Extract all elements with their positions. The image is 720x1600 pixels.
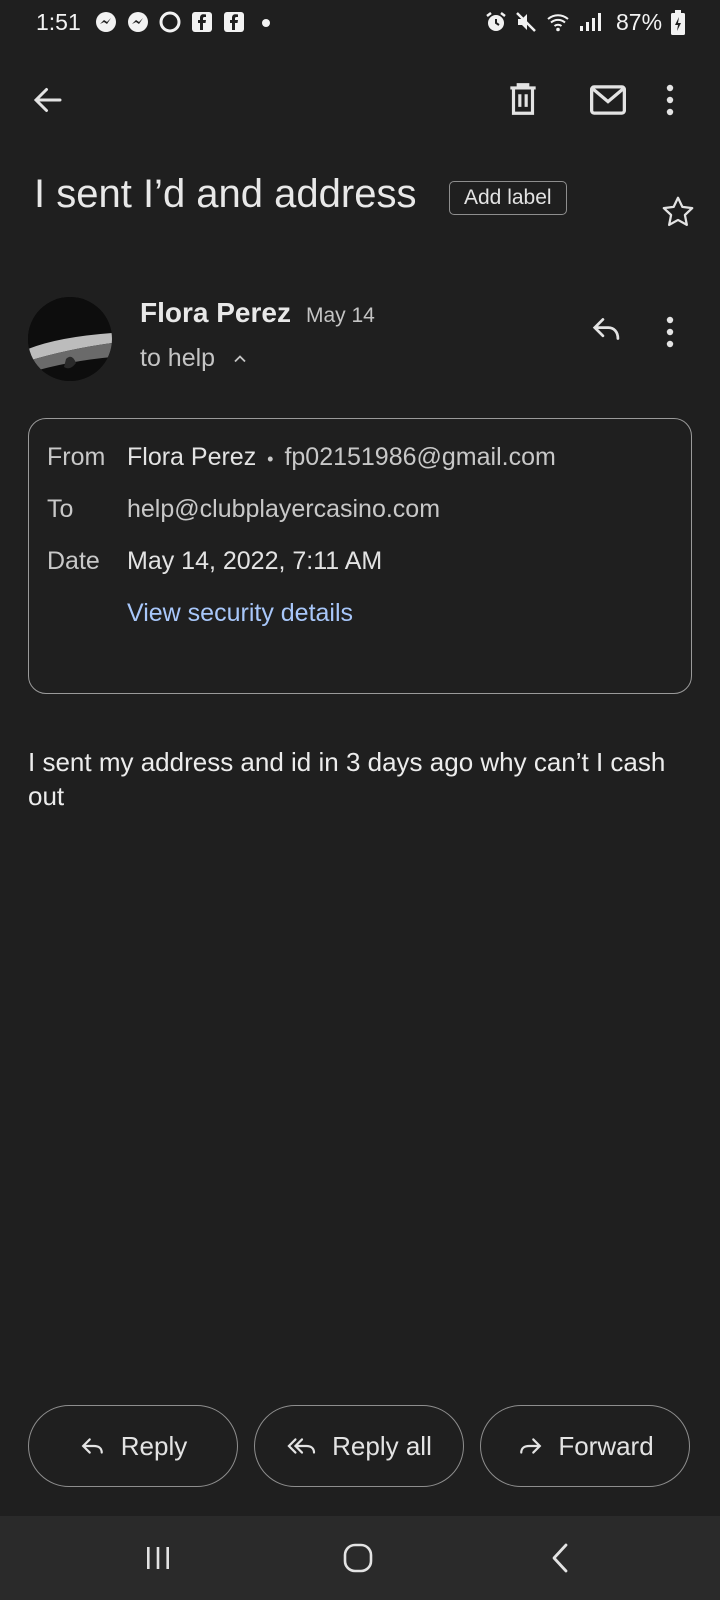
mark-unread-icon[interactable] — [588, 82, 628, 118]
status-time: 1:51 — [36, 9, 81, 35]
recipient-summary[interactable]: to help — [140, 344, 250, 373]
reply-button-label: Reply — [120, 1430, 188, 1461]
signal-icon — [576, 10, 606, 34]
battery-charging-icon — [670, 10, 686, 35]
alarm-icon — [484, 10, 508, 34]
facebook-icon — [190, 10, 214, 34]
reply-all-icon — [286, 1434, 318, 1458]
more-vert-icon[interactable] — [664, 314, 676, 350]
to-label: To — [47, 495, 74, 523]
recipient-summary-text: to help — [140, 344, 216, 372]
reply-icon[interactable] — [590, 314, 624, 344]
from-email: fp02151986@gmail.com — [284, 443, 556, 471]
reply-all-button-label: Reply all — [332, 1430, 432, 1461]
reply-button[interactable]: Reply — [28, 1405, 238, 1487]
sender-name: Flora Perez — [140, 297, 291, 328]
forward-icon — [516, 1434, 544, 1458]
date-value: May 14, 2022, 7:11 AM — [127, 547, 383, 575]
reply-all-button[interactable]: Reply all — [254, 1405, 464, 1487]
avatar[interactable] — [28, 297, 112, 381]
add-label-button[interactable]: Add label — [449, 181, 567, 215]
from-label: From — [47, 443, 106, 471]
threads-icon — [158, 10, 182, 34]
chevron-up-icon — [230, 349, 250, 369]
star-icon[interactable] — [660, 194, 696, 230]
status-bar: 1:51 87% — [0, 0, 720, 48]
messenger-icon — [94, 10, 118, 34]
more-vert-icon[interactable] — [664, 82, 676, 118]
home-icon[interactable] — [342, 1542, 374, 1574]
to-value: help@clubplayercasino.com — [127, 495, 441, 523]
from-name: Flora Perez — [127, 443, 257, 471]
reply-icon — [79, 1434, 107, 1458]
notification-dot-icon — [254, 10, 278, 34]
wifi-icon — [546, 10, 570, 34]
email-details: From Flora Perez • fp02151986@gmail.com … — [28, 418, 692, 694]
recent-apps-icon[interactable] — [144, 1544, 172, 1572]
sender-date: May 14 — [306, 304, 375, 327]
battery-percentage: 87% — [616, 9, 663, 35]
facebook-icon — [222, 10, 246, 34]
forward-button[interactable]: Forward — [480, 1405, 690, 1487]
forward-button-label: Forward — [558, 1430, 654, 1461]
messenger-icon — [126, 10, 150, 34]
back-icon[interactable] — [548, 1542, 572, 1574]
delete-icon[interactable] — [504, 80, 542, 118]
email-body: I sent my address and id in 3 days ago w… — [28, 747, 666, 811]
email-subject: I sent I’d and address — [34, 172, 417, 216]
system-navigation-bar — [0, 1516, 720, 1600]
from-separator: • — [267, 449, 274, 469]
mute-icon — [514, 10, 538, 34]
date-label: Date — [47, 547, 100, 575]
view-security-details-link[interactable]: View security details — [127, 599, 353, 628]
back-arrow-icon[interactable] — [30, 82, 66, 118]
from-value: Flora Perez • fp02151986@gmail.com — [127, 443, 556, 472]
